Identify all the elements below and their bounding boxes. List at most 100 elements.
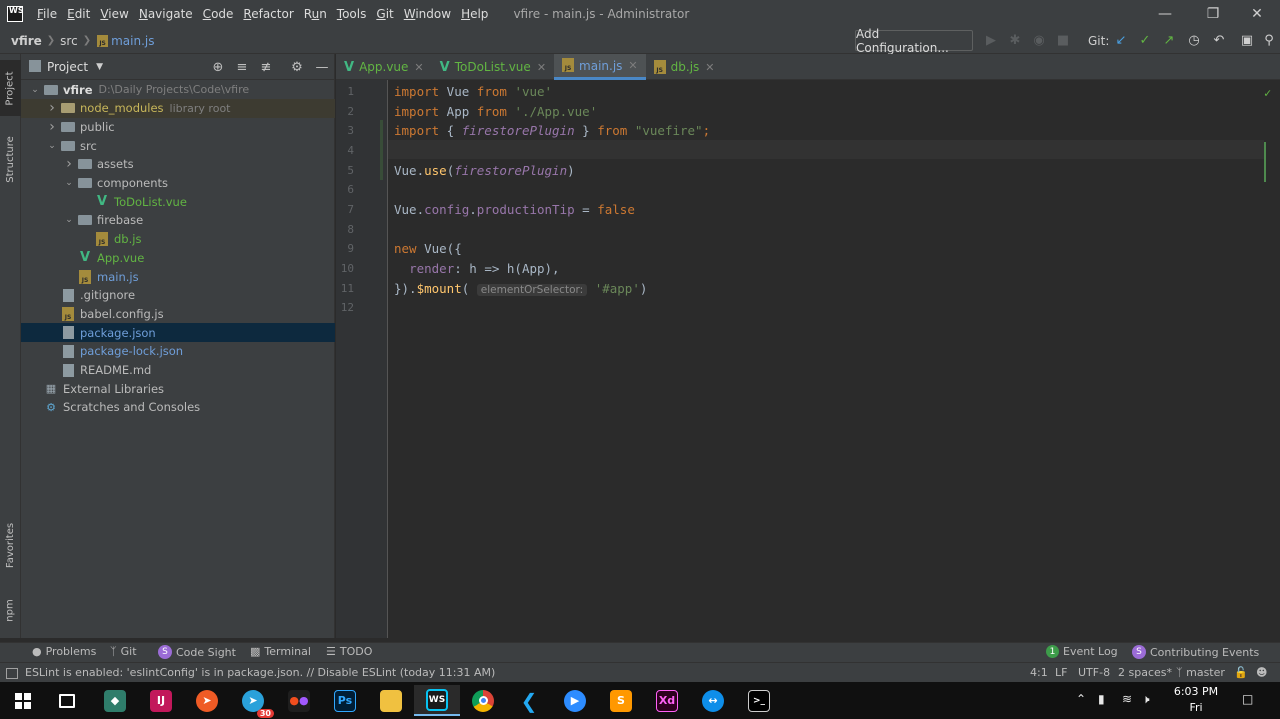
project-view-selector[interactable]: Project	[47, 60, 88, 74]
contributing-events-tab[interactable]: S Contributing Events	[1132, 645, 1259, 659]
sublime-app-icon[interactable]: S	[598, 685, 644, 716]
line-separator[interactable]: LF	[1055, 666, 1067, 679]
breadcrumb-src[interactable]: src	[57, 34, 81, 48]
editor-tab[interactable]: V App.vue ✕	[336, 54, 432, 80]
figma-app-icon[interactable]: ● ●	[276, 685, 322, 716]
tree-item[interactable]: ⌄ src	[21, 136, 335, 155]
close-tab-icon[interactable]: ✕	[628, 59, 637, 72]
menu-item[interactable]: Tools	[332, 0, 372, 28]
collapse-all-icon[interactable]: ≢	[257, 58, 275, 76]
menu-item[interactable]: Run	[299, 0, 332, 28]
chevron-right-icon[interactable]: ›	[46, 119, 58, 135]
gear-icon[interactable]: ⚙	[288, 58, 306, 76]
close-tab-icon[interactable]: ✕	[705, 61, 714, 74]
tree-item[interactable]: V ToDoList.vue	[21, 192, 335, 211]
chevron-down-icon[interactable]: ⌄	[29, 85, 41, 95]
chrome-app-icon[interactable]	[460, 685, 506, 716]
tree-item[interactable]: .gitignore	[21, 286, 335, 305]
tool-tab-structure[interactable]: Structure	[0, 126, 21, 192]
tool-tab-favorites[interactable]: Favorites	[0, 512, 21, 578]
locate-icon[interactable]: ⊕	[209, 58, 227, 76]
menu-item[interactable]: Code	[198, 0, 239, 28]
tree-item[interactable]: JS db.js	[21, 230, 335, 249]
terminal-tab[interactable]: ▩ Terminal	[250, 645, 311, 658]
tool-tab-npm[interactable]: npm	[0, 590, 21, 630]
close-tab-icon[interactable]: ✕	[537, 61, 546, 74]
indent-setting[interactable]: 2 spaces*	[1118, 666, 1172, 679]
status-window-icon[interactable]	[6, 668, 18, 679]
vscode-app-icon[interactable]: ❮	[506, 685, 552, 716]
inspection-ok-icon[interactable]: ✓	[1264, 86, 1271, 100]
layout-icon[interactable]: ▣	[1238, 31, 1256, 49]
tree-item[interactable]: package.json	[21, 323, 335, 343]
terminal-app-icon[interactable]: >_	[736, 685, 782, 716]
history-icon[interactable]: ◷	[1185, 31, 1203, 49]
menu-item[interactable]: Navigate	[134, 0, 198, 28]
problems-tab[interactable]: ● Problems	[32, 645, 96, 658]
tree-item[interactable]: README.md	[21, 361, 335, 380]
chevron-right-icon[interactable]: ›	[46, 100, 58, 116]
lock-icon[interactable]: 🔓	[1234, 666, 1248, 679]
file-encoding[interactable]: UTF-8	[1078, 666, 1110, 679]
tree-item[interactable]: ⌄ vfire D:\Daily Projects\Code\vfire	[21, 80, 335, 99]
menu-item[interactable]: File	[32, 0, 62, 28]
run-icon[interactable]: ▶	[982, 31, 1000, 49]
expand-all-icon[interactable]: ≡	[233, 58, 251, 76]
notification-icon[interactable]: □	[1242, 692, 1253, 706]
battery-icon[interactable]: ▮	[1098, 692, 1105, 706]
chevron-down-icon[interactable]: ⌄	[46, 141, 58, 151]
tree-item[interactable]: ▦ External Libraries	[21, 379, 335, 398]
file-explorer-icon[interactable]	[368, 685, 414, 716]
chevron-down-icon[interactable]: ⌄	[63, 215, 75, 225]
adobe-xd-app-icon[interactable]: Xd	[644, 685, 690, 716]
menu-item[interactable]: Git	[371, 0, 398, 28]
add-configuration-button[interactable]: Add Configuration...	[855, 27, 973, 55]
tree-item[interactable]: JS babel.config.js	[21, 304, 335, 323]
editor-tab[interactable]: JS main.js ✕	[554, 54, 646, 80]
task-view-icon[interactable]	[44, 685, 90, 716]
tool-tab-project[interactable]: Project	[0, 60, 21, 116]
system-clock[interactable]: 6:03 PM Fri 18.12.20	[1166, 684, 1226, 719]
inspector-icon[interactable]: ☻	[1256, 666, 1267, 679]
tree-item[interactable]: ⌄ firebase	[21, 211, 335, 230]
chevron-down-icon[interactable]: ⌄	[63, 178, 75, 188]
menu-item[interactable]: Refactor	[238, 0, 298, 28]
tree-item[interactable]: › node_modules library root	[21, 98, 335, 118]
editor-tab[interactable]: JS db.js ✕	[646, 54, 723, 80]
postman-app-icon[interactable]: ➤	[184, 685, 230, 716]
kotlin-app-icon[interactable]: ◆	[92, 685, 138, 716]
close-icon[interactable]: ✕	[1234, 0, 1280, 28]
telegram-app-icon[interactable]: ➤ 30	[230, 685, 276, 718]
code-sight-tab[interactable]: S Code Sight	[158, 645, 236, 659]
tree-item[interactable]: › assets	[21, 155, 335, 174]
stop-icon[interactable]: ■	[1054, 31, 1072, 49]
todo-tab[interactable]: ☰ TODO	[326, 645, 372, 658]
zoom-app-icon[interactable]: ▶	[552, 685, 598, 716]
menu-item[interactable]: View	[95, 0, 133, 28]
windows-start-icon[interactable]	[0, 685, 46, 716]
rollback-icon[interactable]: ↶	[1210, 31, 1228, 49]
status-message[interactable]: ESLint is enabled: 'eslintConfig' is in …	[25, 666, 495, 679]
debug-icon[interactable]: ✱	[1006, 31, 1024, 49]
webstorm-app-icon[interactable]: WS	[414, 685, 460, 716]
menu-item[interactable]: Help	[456, 0, 493, 28]
maximize-icon[interactable]: ❐	[1190, 0, 1236, 28]
hide-panel-icon[interactable]: —	[313, 58, 331, 76]
intellij-app-icon[interactable]: IJ	[138, 685, 184, 716]
wifi-icon[interactable]: ≋	[1122, 692, 1132, 706]
git-tab[interactable]: ᛉ Git	[110, 645, 137, 658]
photoshop-app-icon[interactable]: Ps	[322, 685, 368, 716]
tray-chevron-up-icon[interactable]: ⌃	[1076, 692, 1086, 706]
close-tab-icon[interactable]: ✕	[414, 61, 423, 74]
search-icon[interactable]: ⚲	[1260, 31, 1278, 49]
tree-item[interactable]: JS main.js	[21, 267, 335, 286]
breadcrumb-main-js[interactable]: main.js	[108, 34, 157, 48]
code-editor[interactable]: ✓ import Vue from 'vue' import App from '…	[380, 80, 1280, 638]
tree-item[interactable]: ⌄ components	[21, 174, 335, 193]
editor-tab[interactable]: V ToDoList.vue ✕	[432, 54, 554, 80]
chevron-down-icon[interactable]: ▼	[96, 62, 103, 72]
git-push-icon[interactable]: ↗	[1160, 31, 1178, 49]
caret-position[interactable]: 4:1	[1030, 666, 1048, 679]
event-log-tab[interactable]: 1 Event Log	[1046, 645, 1118, 658]
minimize-icon[interactable]: —	[1142, 0, 1188, 28]
